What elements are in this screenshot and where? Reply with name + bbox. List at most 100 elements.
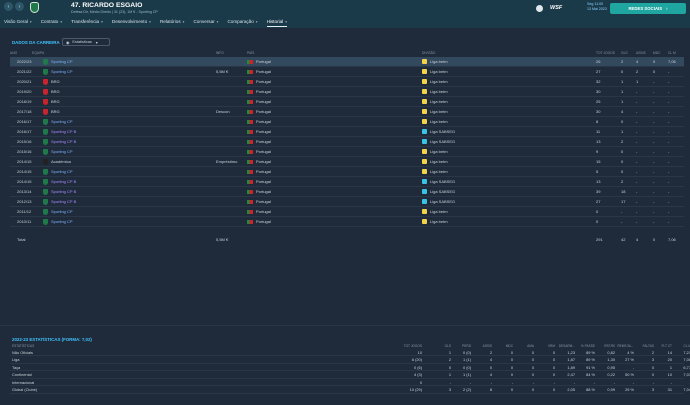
stats-row[interactable]: Internacional0------------- [10, 379, 690, 386]
apps: 27 [596, 69, 601, 74]
stats-value: 0 [419, 379, 422, 385]
year: 2015/16 [17, 149, 32, 154]
team-link[interactable]: BRG [51, 99, 60, 104]
division-name[interactable]: Liga betm [430, 89, 448, 94]
division-name[interactable]: Liga betm [430, 169, 448, 174]
division-name[interactable]: Liga SABSEG [430, 179, 455, 184]
stats-value: 0 [510, 372, 513, 377]
stats-col-header: TOT JOGOS [403, 343, 422, 348]
country-name: Portugal [256, 199, 271, 204]
team-link[interactable]: Sporting CP B [51, 139, 76, 144]
division-name[interactable]: Liga betm [430, 109, 448, 114]
table-row[interactable]: 2020/21 BRG Portugal Liga betm 32 1 1 - - [10, 77, 684, 87]
stats-row[interactable]: Continental 4 (3) 1 1 (1) 4 0 0 0 2,47 84 % 0,22 50… [10, 372, 690, 379]
team-link[interactable]: Sporting CP [51, 59, 73, 64]
team-link[interactable]: BRG [51, 109, 60, 114]
gls: 0 [621, 159, 624, 164]
team-link[interactable]: Sporting CP [51, 209, 73, 214]
team-link[interactable]: Sporting CP [51, 119, 73, 124]
team-link[interactable]: Sporting CP B [51, 129, 76, 134]
division-name[interactable]: Liga betm [430, 119, 448, 124]
wsf-logo[interactable]: WSF [550, 5, 562, 11]
team-link[interactable]: BRG [51, 89, 60, 94]
division-name[interactable]: Liga betm [430, 99, 448, 104]
table-row[interactable]: 2013/14 Sporting CP B Portugal Liga SABSEG 3… [10, 187, 684, 197]
division-cell: Liga betm [422, 149, 448, 155]
division-name[interactable]: Liga SABSEG [430, 199, 455, 204]
gls: 1 [621, 99, 624, 104]
tab-2[interactable]: Transferência ▾ [71, 15, 103, 28]
tab-4[interactable]: Relatórios ▾ [160, 15, 185, 28]
eye-icon: ◉ [66, 40, 70, 45]
division-name[interactable]: Liga betm [430, 219, 448, 224]
team-link[interactable]: Sporting CP B [51, 199, 76, 204]
team-cell: Sporting CP [43, 208, 73, 215]
info: Empréstimo [216, 159, 238, 164]
forward-icon[interactable]: › [15, 2, 24, 11]
division-name[interactable]: Liga SABSEG [430, 139, 455, 144]
table-row[interactable]: 2011/12 Sporting CP Portugal Liga betm 0 - - - - [10, 207, 684, 217]
table-row[interactable]: 2014/15 Sporting CP Portugal Liga betm 5 0 - - - [10, 167, 684, 177]
division-name[interactable]: Liga betm [430, 59, 448, 64]
table-row[interactable]: 2014/15 Académica Empréstimo Portugal Liga b… [10, 157, 684, 167]
tab-1[interactable]: Contrato ▾ [41, 15, 62, 28]
stats-col-header: GLS [444, 343, 451, 348]
stats-col-header: PERD [462, 343, 471, 348]
ball-icon[interactable] [536, 5, 543, 12]
division-name[interactable]: Liga betm [430, 149, 448, 154]
table-row[interactable]: 2015/16 Sporting CP B Portugal Liga SABSEG 1… [10, 137, 684, 147]
tab-6[interactable]: Comparação ▾ [227, 15, 257, 28]
team-cell: Académica [43, 158, 71, 165]
team-link[interactable]: Académica [51, 159, 71, 164]
table-row[interactable]: 2016/17 Sporting CP Portugal Liga betm 8 0 - - - [10, 117, 684, 127]
table-row[interactable]: 2021/22 Sporting CP 5,5M € Portugal Liga bet… [10, 67, 684, 77]
continue-button[interactable]: REDES SOCIAIS › [610, 3, 686, 14]
back-icon[interactable]: ‹ [4, 2, 13, 11]
stats-row[interactable]: Global (Clube) 10 (29) 3 2 (2) 8 0 0 0 2,05 88 % 0… [10, 387, 690, 394]
table-row[interactable]: 2012/13 Sporting CP B Portugal Liga SABSEG 2… [10, 197, 684, 207]
tab-0[interactable]: Visão Geral ▾ [4, 15, 32, 28]
team-link[interactable]: Sporting CP B [51, 179, 76, 184]
league-logo-icon [422, 99, 427, 105]
team-link[interactable]: BRG [51, 79, 60, 84]
table-row[interactable]: 2016/17 Sporting CP B Portugal Liga SABSEG 1… [10, 127, 684, 137]
stats-row[interactable]: Liga 6 (20) 2 1 (1) 4 0 0 0 1,87 89 % 1,30 27 % 3 20 7… [10, 357, 690, 364]
division-name[interactable]: Liga SABSEG [430, 129, 455, 134]
division-name[interactable]: Liga betm [430, 159, 448, 164]
table-row[interactable]: 2015/16 Sporting CP Portugal Liga betm 9 0 - - - [10, 147, 684, 157]
table-row[interactable]: 2010/11 Sporting CP Portugal Liga betm 0 - - - - [10, 217, 684, 227]
team-link[interactable]: Sporting CP [51, 169, 73, 174]
division-name[interactable]: Liga betm [430, 209, 448, 214]
tab-5[interactable]: Conversar ▾ [193, 15, 218, 28]
ast: 2 [636, 69, 639, 74]
ast: 1 [636, 79, 639, 84]
table-row[interactable]: 2022/23 Sporting CP Portugal Liga betm 26 2 4 0… [10, 57, 684, 67]
tab-7[interactable]: Historial ▾ [266, 15, 288, 28]
division-name[interactable]: Liga betm [430, 69, 448, 74]
stats-col-header: CL M [683, 343, 690, 348]
team-link[interactable]: Sporting CP [51, 149, 73, 154]
table-row[interactable]: 2017/18 BRG Descon Portugal Liga betm 30 4 - - - [10, 107, 684, 117]
stats-value: 2,47 [567, 372, 575, 377]
club-crest-icon [43, 88, 48, 95]
team-link[interactable]: Sporting CP [51, 69, 73, 74]
stats-value: 7,08 [683, 357, 690, 362]
division-name[interactable]: Liga betm [430, 79, 448, 84]
team-cell: BRG [43, 98, 60, 105]
division-name[interactable]: Liga SABSEG [430, 189, 455, 194]
table-row[interactable]: 2018/19 BRG Portugal Liga betm 25 1 - - - [10, 97, 684, 107]
tab-3[interactable]: Desenvolvimento ▾ [112, 15, 151, 28]
table-row[interactable]: 2014/15 Sporting CP B Portugal Liga SABSEG 1… [10, 177, 684, 187]
stats-row[interactable]: Não Oficiais 10 1 0 (0) 2 0 0 0 1,23 89 % 0,82 4 % 2… [10, 349, 690, 356]
stats-value: 7,03 [683, 372, 690, 377]
stats-col-header: DESARM... [558, 343, 575, 348]
stats-value: - [593, 379, 595, 385]
team-cell: Sporting CP B [43, 198, 76, 205]
portugal-flag-icon [247, 99, 253, 104]
team-link[interactable]: Sporting CP [51, 219, 73, 224]
av: - [668, 109, 670, 114]
team-link[interactable]: Sporting CP B [51, 189, 76, 194]
stats-dropdown[interactable]: ◉ Estatísticas ▾ [62, 38, 110, 46]
stats-row[interactable]: Taça 0 (6) 0 0 (0) 0 0 0 0 1,89 91 % 0,95 - 0 1 6,77 [10, 364, 690, 371]
table-row[interactable]: 2019/20 BRG Portugal Liga betm 30 1 - - - [10, 87, 684, 97]
